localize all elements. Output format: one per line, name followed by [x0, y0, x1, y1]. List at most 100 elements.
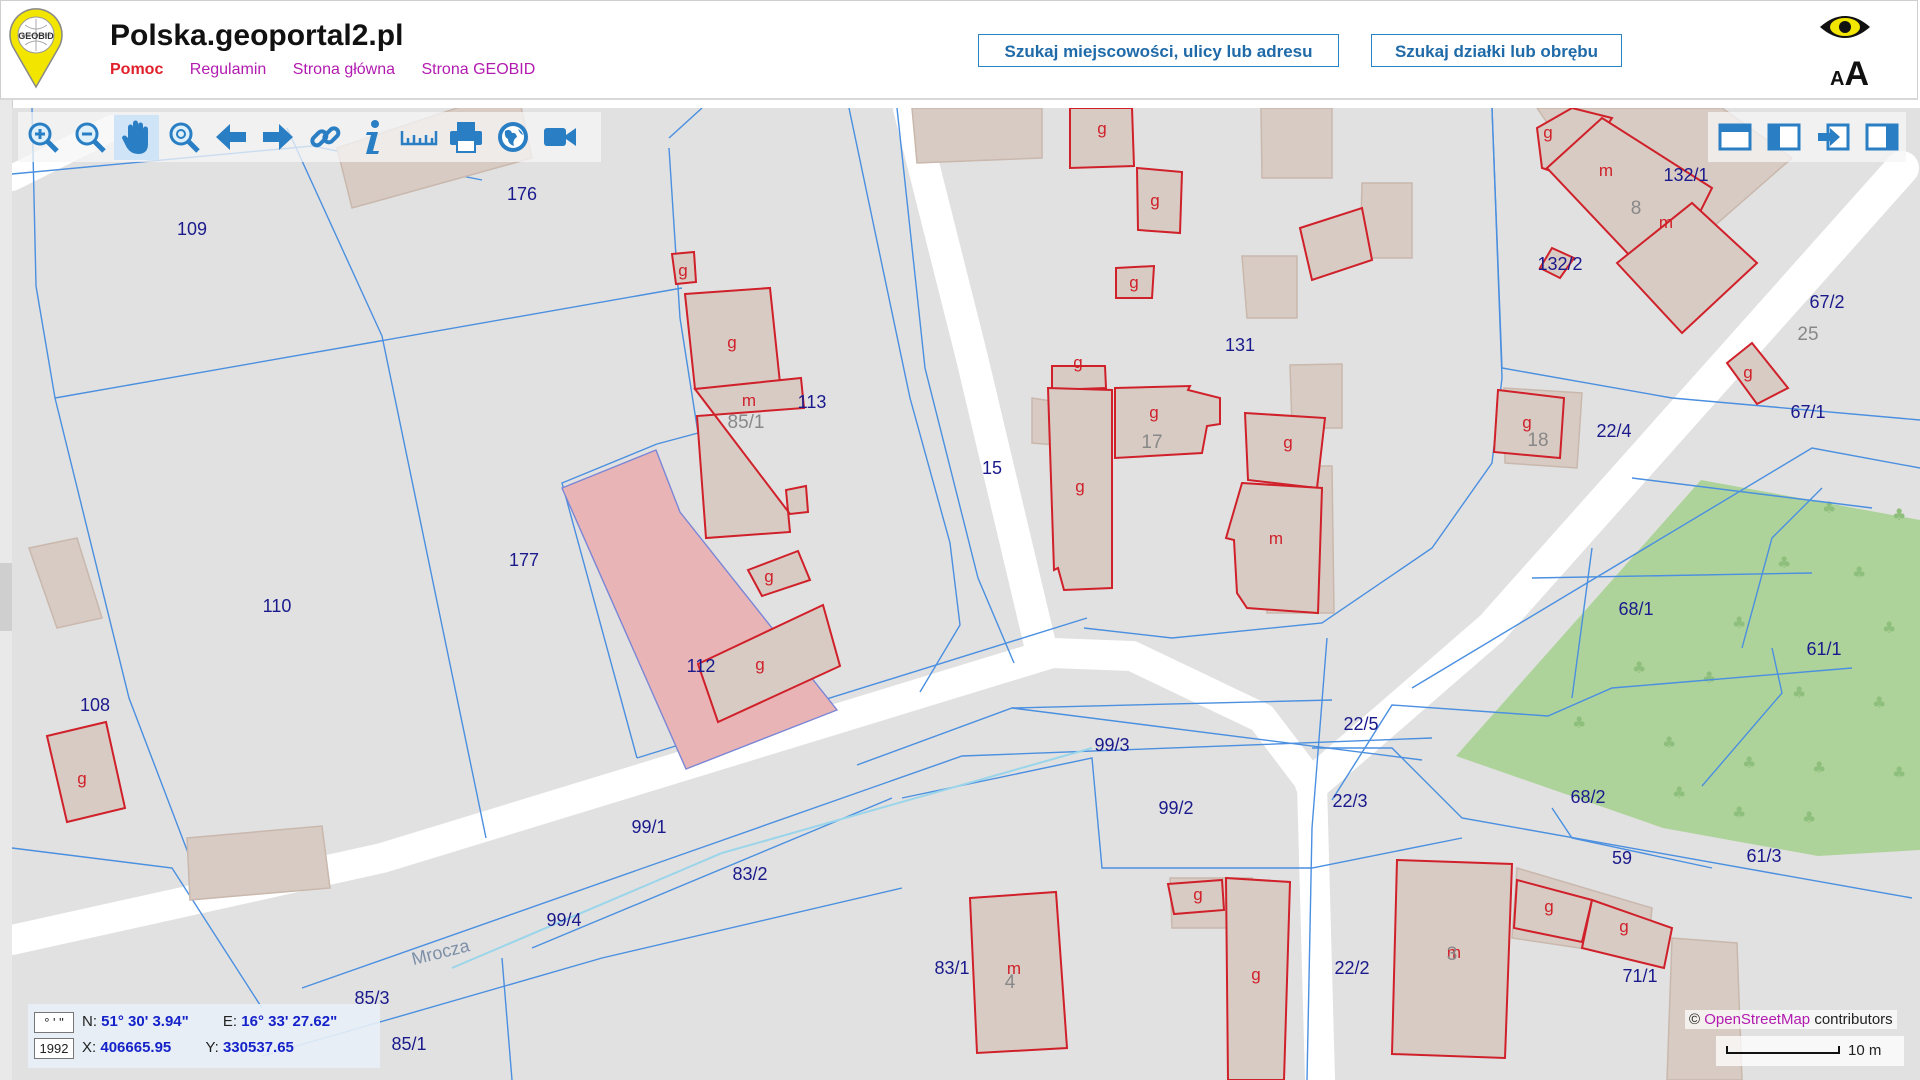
geobid-logo[interactable]: GEOBID	[7, 7, 65, 89]
svg-text:132/1: 132/1	[1663, 165, 1708, 185]
nav-geobid[interactable]: Strona GEOBID	[421, 61, 535, 78]
y-label: Y:	[205, 1039, 219, 1056]
svg-text:83/1: 83/1	[934, 958, 969, 978]
svg-text:61/1: 61/1	[1806, 639, 1841, 659]
svg-text:m: m	[1599, 161, 1613, 180]
svg-text:g: g	[727, 333, 736, 352]
svg-text:♣: ♣	[1812, 758, 1826, 777]
svg-text:68/1: 68/1	[1618, 599, 1653, 619]
svg-text:g: g	[1129, 273, 1138, 292]
search-address-button[interactable]: Szukaj miejscowości, ulicy lub adresu	[978, 34, 1339, 67]
svg-text:♣: ♣	[1882, 618, 1896, 637]
svg-text:g: g	[1097, 119, 1106, 138]
svg-text:22/5: 22/5	[1343, 714, 1378, 734]
svg-text:♣: ♣	[1777, 553, 1791, 572]
east-value: 16° 33' 27.62"	[241, 1013, 338, 1030]
crs-1992-button[interactable]: 1992	[34, 1037, 74, 1059]
login-arrow-icon[interactable]	[1810, 115, 1855, 160]
svg-text:g: g	[764, 567, 773, 586]
zoom-out-icon[interactable]	[67, 115, 112, 160]
coordinates-panel: ° ' " N: 51° 30' 3.94" E: 16° 33' 27.62" …	[28, 1004, 380, 1068]
openstreetmap-link[interactable]: OpenStreetMap	[1704, 1011, 1810, 1028]
map-toolbar	[18, 112, 601, 162]
x-value: 406665.95	[100, 1039, 172, 1056]
svg-text:99/1: 99/1	[631, 817, 666, 837]
zoom-in-icon[interactable]	[20, 115, 65, 160]
font-size-icon[interactable]: AA	[1830, 55, 1869, 89]
svg-text:♣: ♣	[1572, 713, 1586, 732]
globe-icon[interactable]	[490, 115, 535, 160]
print-icon[interactable]	[443, 115, 488, 160]
svg-text:85/1: 85/1	[728, 412, 765, 433]
svg-text:99/3: 99/3	[1094, 735, 1129, 755]
svg-text:♣: ♣	[1802, 808, 1816, 827]
svg-text:18: 18	[1527, 430, 1548, 451]
measure-ruler-icon[interactable]	[396, 115, 441, 160]
svg-text:68/2: 68/2	[1570, 787, 1605, 807]
nav-terms[interactable]: Regulamin	[190, 61, 266, 78]
layout-right-panel-icon[interactable]	[1859, 115, 1904, 160]
svg-text:132/2: 132/2	[1537, 254, 1582, 274]
svg-text:g: g	[755, 655, 764, 674]
svg-text:g: g	[1743, 363, 1752, 382]
search-parcel-button[interactable]: Szukaj działki lub obrębu	[1371, 34, 1622, 67]
svg-text:g: g	[1149, 403, 1158, 422]
arrow-left-icon[interactable]	[208, 115, 253, 160]
zoom-extent-icon[interactable]	[161, 115, 206, 160]
y-value: 330537.65	[222, 1039, 294, 1056]
pan-hand-icon[interactable]	[114, 114, 159, 160]
svg-text:177: 177	[509, 550, 539, 570]
svg-text:♣: ♣	[1672, 783, 1686, 802]
accessibility-controls: AA	[1820, 16, 1870, 89]
svg-text:g: g	[1073, 353, 1082, 372]
left-panel-handle[interactable]	[0, 563, 12, 631]
nav-help[interactable]: Pomoc	[110, 61, 163, 78]
svg-text:m: m	[1269, 529, 1283, 548]
layout-top-icon[interactable]	[1712, 115, 1757, 160]
svg-text:g: g	[1193, 885, 1202, 904]
svg-text:g: g	[1150, 191, 1159, 210]
svg-text:♣: ♣	[1742, 753, 1756, 772]
north-label: N:	[82, 1013, 97, 1030]
svg-text:113: 113	[798, 392, 827, 412]
logo-text: GEOBID	[18, 31, 54, 41]
layout-left-panel-icon[interactable]	[1761, 115, 1806, 160]
svg-text:g: g	[1251, 965, 1260, 984]
video-camera-icon[interactable]	[537, 115, 582, 160]
east-label: E:	[222, 1013, 238, 1030]
svg-text:♣: ♣	[1892, 763, 1906, 782]
svg-text:g: g	[1543, 123, 1552, 142]
link-icon[interactable]	[302, 115, 347, 160]
nav-home[interactable]: Strona główna	[293, 61, 395, 78]
high-contrast-eye-icon[interactable]	[1820, 16, 1870, 38]
arrow-right-icon[interactable]	[255, 115, 300, 160]
svg-text:m: m	[1659, 213, 1673, 232]
svg-text:♣: ♣	[1702, 668, 1716, 687]
svg-text:22/4: 22/4	[1596, 421, 1631, 441]
attribution-suffix: contributors	[1814, 1011, 1893, 1028]
svg-text:25: 25	[1797, 324, 1818, 345]
map-canvas[interactable]: ♣ ♣ ♣ ♣ ♣ ♣ ♣ ♣ ♣ ♣ ♣ ♣ ♣ ♣ ♣ ♣ ♣ ♣ g g …	[12, 108, 1920, 1080]
x-label: X:	[82, 1039, 97, 1056]
map-svg[interactable]: ♣ ♣♣ ♣♣ ♣ ♣♣♣ ♣♣♣ ♣ ♣ ♣ ♣ ♣♣ ggm ggg ggg…	[12, 108, 1920, 1080]
svg-text:83/2: 83/2	[732, 864, 767, 884]
info-icon[interactable]	[349, 115, 394, 160]
parcel-label-85-1: 85/1	[391, 1034, 426, 1054]
attribution-prefix: ©	[1689, 1011, 1701, 1028]
svg-text:108: 108	[80, 695, 110, 715]
scale-label: 10 m	[1848, 1042, 1882, 1059]
svg-text:8: 8	[1631, 198, 1642, 219]
svg-text:99/2: 99/2	[1158, 798, 1193, 818]
svg-text:176: 176	[507, 184, 537, 204]
top-nav: Pomoc Regulamin Strona główna Strona GEO…	[110, 61, 557, 79]
site-title: Polska.geoportal2.pl	[110, 19, 404, 52]
map-attribution: © OpenStreetMap contributors	[1685, 1010, 1897, 1029]
svg-text:m: m	[742, 391, 756, 410]
dms-format-button[interactable]: ° ' "	[34, 1011, 74, 1033]
svg-text:g: g	[1544, 897, 1553, 916]
svg-text:109: 109	[177, 219, 207, 239]
svg-text:♣: ♣	[1852, 563, 1866, 582]
svg-text:g: g	[77, 769, 86, 788]
svg-text:59: 59	[1612, 848, 1632, 868]
svg-text:131: 131	[1225, 335, 1255, 355]
